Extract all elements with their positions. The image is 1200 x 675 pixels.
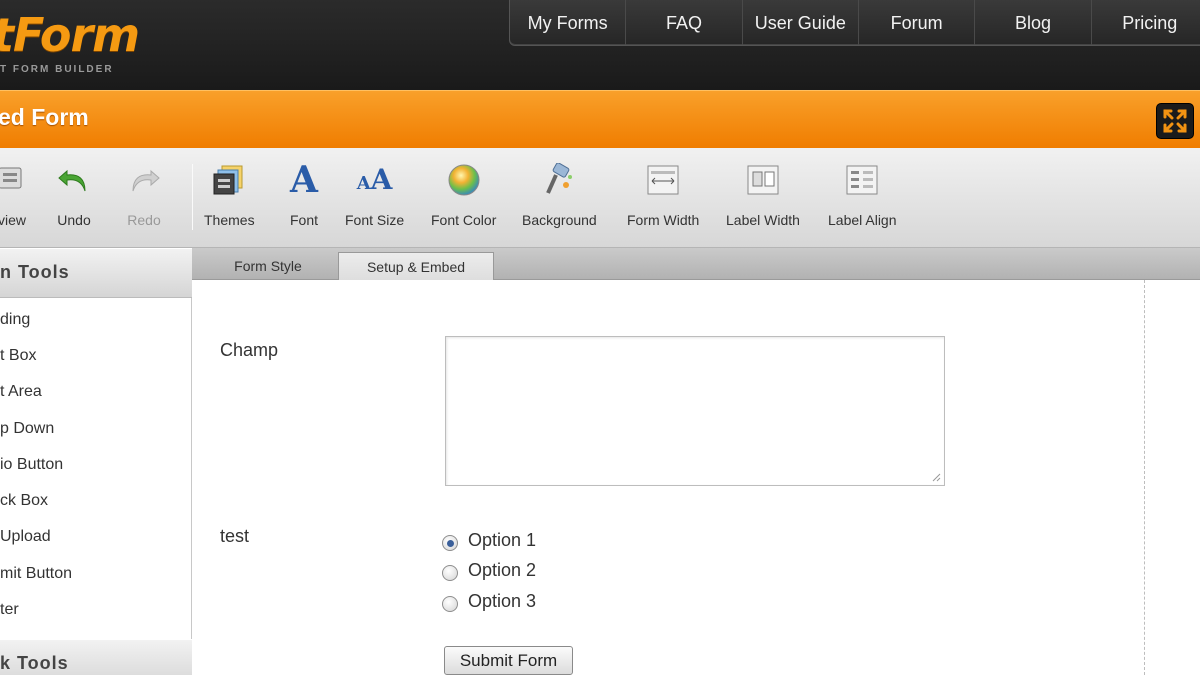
background-button[interactable]: Background [522, 162, 597, 228]
tab-setup-embed[interactable]: Setup & Embed [338, 252, 494, 280]
nav-pricing[interactable]: Pricing [1092, 0, 1200, 45]
label-width-icon [745, 162, 781, 198]
toolbar: view Undo Redo Themes A Font AA Font Siz… [0, 148, 1200, 248]
tab-strip: Form Style Setup & Embed [192, 248, 1200, 280]
font-label: Font [289, 212, 318, 228]
tool-file-upload[interactable]: Upload [0, 528, 190, 562]
themes-label: Themes [204, 212, 255, 228]
font-color-label: Font Color [431, 212, 497, 228]
champ-textarea[interactable] [445, 336, 945, 486]
top-header: tForm T FORM BUILDER My Forms FAQ User G… [0, 0, 1200, 90]
preview-label: view [0, 212, 26, 228]
tool-check-box[interactable]: ck Box [0, 492, 190, 526]
tool-drop-down[interactable]: p Down [0, 420, 190, 454]
font-color-icon [446, 162, 482, 198]
nav-my-forms[interactable]: My Forms [510, 0, 627, 45]
resize-grip-icon[interactable] [931, 472, 941, 482]
redo-icon [126, 162, 162, 198]
radio-option-3[interactable]: Option 3 [442, 589, 536, 613]
tool-radio-button[interactable]: io Button [0, 456, 190, 490]
form-width-guide [1144, 280, 1145, 675]
tool-text-box[interactable]: t Box [0, 347, 190, 381]
expand-icon [1163, 109, 1187, 133]
form-title: ed Form [0, 104, 89, 130]
redo-label: Redo [127, 212, 161, 228]
main-nav: My Forms FAQ User Guide Forum Blog Prici… [509, 0, 1200, 46]
preview-icon [0, 162, 30, 198]
preview-button[interactable]: view [0, 162, 30, 228]
label-align-button[interactable]: Label Align [828, 162, 897, 228]
nav-blog[interactable]: Blog [975, 0, 1092, 45]
undo-icon [56, 162, 92, 198]
label-align-icon [844, 162, 880, 198]
toolbar-separator [192, 164, 193, 230]
form-width-button[interactable]: Form Width [627, 162, 699, 228]
radio-label: Option 1 [468, 529, 537, 550]
radio-option-2[interactable]: Option 2 [442, 558, 536, 582]
left-panel: n Tools ding t Box t Area p Down io Butt… [0, 248, 192, 675]
tool-submit-button[interactable]: mit Button [0, 565, 190, 599]
logo-text: tForm [0, 8, 140, 62]
label-align-label: Label Align [828, 212, 897, 228]
font-size-button[interactable]: AA Font Size [345, 162, 405, 229]
form-tools-heading[interactable]: n Tools [0, 248, 192, 298]
nav-user-guide[interactable]: User Guide [743, 0, 859, 45]
radio-option-1[interactable]: Option 1 [442, 528, 536, 552]
radio-button[interactable] [442, 565, 458, 581]
form-width-icon [645, 162, 681, 198]
nav-faq[interactable]: FAQ [626, 0, 743, 45]
form-canvas: Champ test Option 1 Option 2 Option 3 Su… [192, 280, 1200, 675]
form-width-label: Form Width [627, 212, 700, 228]
background-label: Background [522, 212, 597, 228]
font-size-icon: AA [356, 163, 393, 196]
tool-text-area[interactable]: t Area [0, 383, 190, 417]
nav-forum[interactable]: Forum [859, 0, 976, 45]
radio-label: Option 2 [468, 559, 537, 580]
themes-icon [211, 162, 247, 198]
font-icon: A [290, 159, 318, 201]
redo-button[interactable]: Redo [126, 162, 162, 228]
logo-tagline: T FORM BUILDER [0, 64, 114, 75]
title-bar: ed Form [0, 90, 1200, 148]
radio-label: Option 3 [468, 590, 537, 611]
quick-tools-heading[interactable]: k Tools [0, 639, 192, 675]
label-width-button[interactable]: Label Width [726, 162, 800, 228]
undo-button[interactable]: Undo [56, 162, 92, 228]
label-width-label: Label Width [726, 212, 800, 228]
tab-form-style[interactable]: Form Style [200, 252, 336, 280]
font-size-label: Font Size [345, 212, 405, 228]
undo-label: Undo [57, 212, 91, 228]
field-label-test: test [220, 526, 250, 546]
fullscreen-button[interactable] [1156, 103, 1194, 139]
background-icon [541, 162, 577, 198]
tool-heading[interactable]: ding [0, 311, 190, 345]
field-label-champ: Champ [220, 340, 279, 360]
radio-button-selected[interactable] [442, 535, 458, 551]
font-color-button[interactable]: Font Color [431, 162, 496, 228]
themes-button[interactable]: Themes [204, 162, 255, 228]
font-button[interactable]: A Font [286, 162, 322, 228]
radio-button[interactable] [442, 596, 458, 612]
tool-footer[interactable]: ter [0, 601, 190, 635]
logo[interactable]: tForm T FORM BUILDER [0, 4, 200, 84]
submit-form-button[interactable]: Submit Form [444, 646, 573, 675]
